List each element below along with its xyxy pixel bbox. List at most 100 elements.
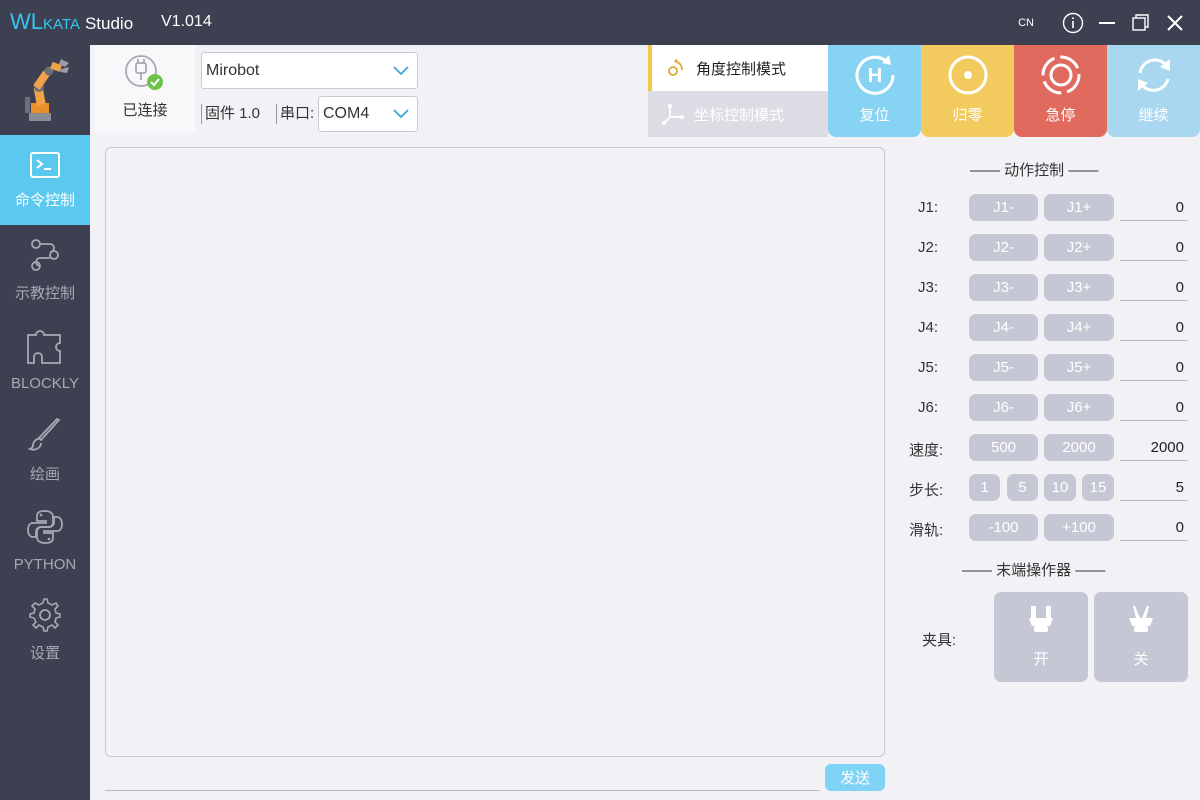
- step-1-button[interactable]: 1: [969, 474, 1000, 501]
- emergency-stop-icon: [1041, 55, 1080, 95]
- step-5-button[interactable]: 5: [1007, 474, 1038, 501]
- tab-angle-control[interactable]: 角度控制模式: [648, 45, 828, 91]
- chevron-down-icon: [393, 109, 409, 119]
- target-zero-icon: [948, 55, 987, 95]
- info-icon[interactable]: [1056, 0, 1090, 45]
- port-label: 串口:: [276, 104, 314, 124]
- gripper-open-icon: [1029, 606, 1053, 632]
- joint-label: J6:: [918, 399, 939, 416]
- robot-arm-logo: [0, 45, 90, 135]
- joint-label: J3:: [918, 279, 939, 296]
- command-input[interactable]: [105, 765, 820, 791]
- nav-python[interactable]: PYTHON: [0, 495, 90, 585]
- step-10-button[interactable]: 10: [1044, 474, 1076, 501]
- plug-connected-icon: [125, 55, 163, 90]
- nav-label: 设置: [29, 644, 60, 662]
- nav-label: 命令控制: [14, 191, 75, 209]
- emergency-stop-label: 急停: [1045, 107, 1076, 124]
- language-toggle[interactable]: CN: [1018, 17, 1034, 29]
- speed-2000-button[interactable]: 2000: [1044, 434, 1114, 461]
- speed-500-button[interactable]: 500: [969, 434, 1038, 461]
- joint-label: J4:: [918, 319, 939, 336]
- nav-command-control[interactable]: 命令控制: [0, 135, 90, 225]
- j6-value[interactable]: 0: [1120, 394, 1188, 421]
- coordinate-axis-icon: [662, 104, 684, 125]
- connection-status-label: 已连接: [122, 102, 168, 119]
- speed-value[interactable]: 2000: [1120, 434, 1188, 461]
- j4-minus-button[interactable]: J4-: [969, 314, 1038, 341]
- j1-value[interactable]: 0: [1120, 194, 1188, 221]
- rail-plus-button[interactable]: +100: [1044, 514, 1114, 541]
- minimize-icon[interactable]: [1090, 0, 1124, 45]
- motion-control-title: —— 动作控制 ——: [970, 162, 1099, 179]
- connection-status[interactable]: 已连接: [95, 45, 195, 133]
- j6-plus-button[interactable]: J6+: [1044, 394, 1114, 421]
- continue-button[interactable]: 继续: [1107, 45, 1200, 137]
- nav-drawing[interactable]: 绘画: [0, 405, 90, 495]
- speed-label: 速度:: [909, 442, 944, 459]
- rail-value[interactable]: 0: [1120, 514, 1188, 541]
- reset-button[interactable]: H 复位: [828, 45, 921, 137]
- gripper-open-label: 开: [1033, 651, 1049, 668]
- terminal-icon: [30, 151, 60, 178]
- step-15-button[interactable]: 15: [1082, 474, 1114, 501]
- port-select[interactable]: COM4: [318, 96, 418, 132]
- tab-coordinate-label: 坐标控制模式: [694, 106, 785, 124]
- brand-studio: Studio: [84, 14, 134, 33]
- j5-minus-button[interactable]: J5-: [969, 354, 1038, 381]
- gripper-label: 夹具:: [922, 632, 957, 649]
- continue-label: 继续: [1138, 107, 1169, 124]
- gripper-close-icon: [1129, 606, 1153, 632]
- j5-plus-button[interactable]: J5+: [1044, 354, 1114, 381]
- home-reset-icon: H: [855, 55, 895, 95]
- chevron-down-icon: [393, 65, 409, 75]
- version-label: V1.014: [161, 13, 212, 30]
- nav-label: 绘画: [29, 465, 60, 483]
- close-icon[interactable]: [1158, 0, 1192, 45]
- j1-plus-button[interactable]: J1+: [1044, 194, 1114, 221]
- nav-label: PYTHON: [13, 555, 77, 573]
- nav-blockly[interactable]: BLOCKLY: [0, 315, 90, 405]
- joint-icon: [668, 59, 683, 76]
- joint-label: J1:: [918, 199, 939, 216]
- j2-minus-button[interactable]: J2-: [969, 234, 1038, 261]
- tab-angle-label: 角度控制模式: [696, 60, 787, 78]
- reset-label: 复位: [859, 107, 890, 124]
- tab-coordinate-control[interactable]: 坐标控制模式: [648, 91, 828, 137]
- j5-value[interactable]: 0: [1120, 354, 1188, 381]
- gripper-close-label: 关: [1133, 651, 1149, 668]
- app-logo: WL KATA Studio: [10, 9, 133, 37]
- port-select-value: COM4: [323, 105, 370, 122]
- j2-plus-button[interactable]: J2+: [1044, 234, 1114, 261]
- command-output-console[interactable]: [105, 147, 885, 757]
- send-button[interactable]: 发送: [825, 764, 885, 791]
- j3-minus-button[interactable]: J3-: [969, 274, 1038, 301]
- nav-settings[interactable]: 设置: [0, 585, 90, 675]
- gripper-open-button[interactable]: 开: [994, 592, 1088, 682]
- emergency-stop-button[interactable]: 急停: [1014, 45, 1107, 137]
- device-select[interactable]: Mirobot: [201, 52, 418, 89]
- nav-teach-control[interactable]: 示教控制: [0, 225, 90, 315]
- gripper-close-button[interactable]: 关: [1094, 592, 1188, 682]
- j4-plus-button[interactable]: J4+: [1044, 314, 1114, 341]
- zero-button[interactable]: 归零: [921, 45, 1014, 137]
- j3-value[interactable]: 0: [1120, 274, 1188, 301]
- j4-value[interactable]: 0: [1120, 314, 1188, 341]
- j6-minus-button[interactable]: J6-: [969, 394, 1038, 421]
- step-label: 步长:: [909, 482, 944, 499]
- flow-icon: [31, 238, 59, 271]
- nav-label: 示教控制: [14, 284, 75, 302]
- sidebar: 命令控制 示教控制 BLOCKLY 绘画 PYTHON 设置: [0, 45, 90, 800]
- j3-plus-button[interactable]: J3+: [1044, 274, 1114, 301]
- j1-minus-button[interactable]: J1-: [969, 194, 1038, 221]
- brand-kata: KATA: [43, 16, 80, 33]
- step-value[interactable]: 5: [1120, 474, 1188, 501]
- rail-minus-button[interactable]: -100: [969, 514, 1038, 541]
- device-select-value: Mirobot: [206, 61, 260, 79]
- maximize-icon[interactable]: [1124, 0, 1158, 45]
- end-effector-title: —— 末端操作器 ——: [962, 562, 1106, 579]
- brush-icon: [27, 417, 61, 451]
- j2-value[interactable]: 0: [1120, 234, 1188, 261]
- rail-label: 滑轨:: [909, 522, 944, 539]
- joint-label: J5:: [918, 359, 939, 376]
